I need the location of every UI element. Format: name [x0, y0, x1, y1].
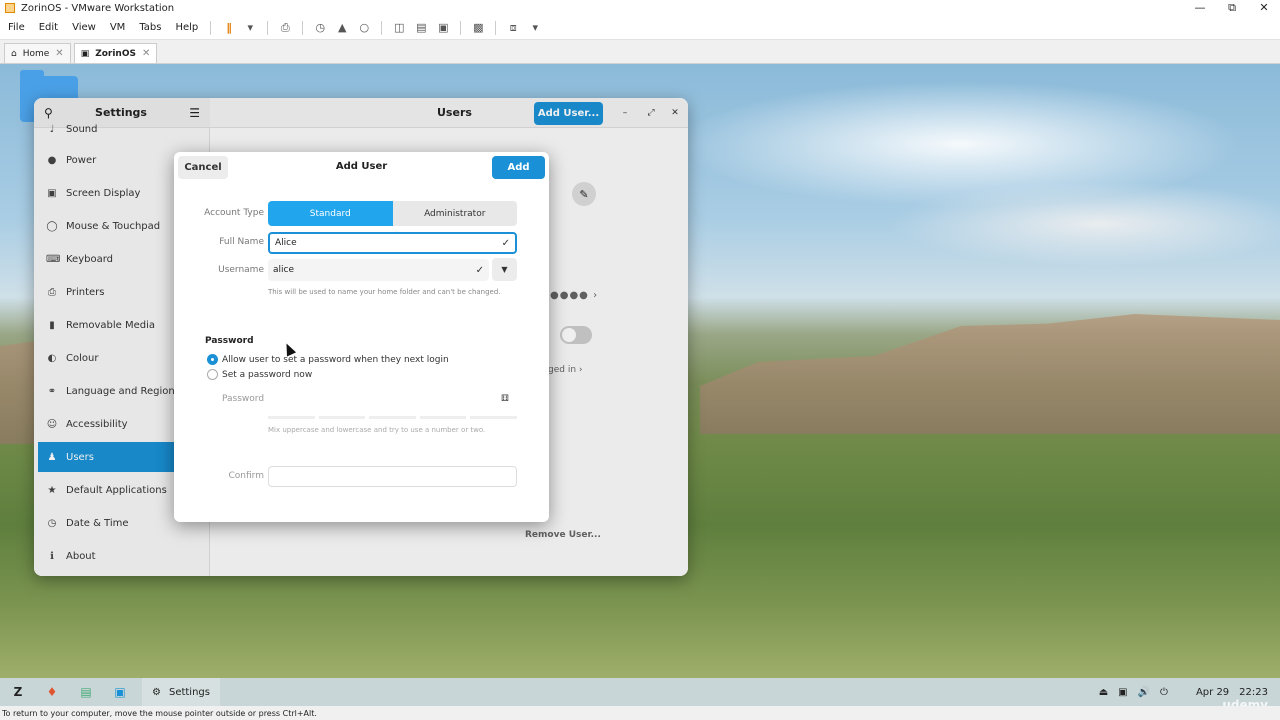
password-strength-bar	[268, 416, 517, 419]
chevron-down-icon: ▼	[501, 265, 508, 274]
confirm-label: Confirm	[228, 471, 264, 481]
vmware-menubar: File Edit View VM Tabs Help || ▾ ⎙ ◷ ▲ ○…	[0, 16, 1280, 40]
password-section-title: Password	[205, 336, 254, 346]
toolbar-separator	[381, 20, 383, 35]
window-title: ZorinOS - VMware Workstation	[21, 2, 175, 14]
strength-segment	[268, 416, 315, 419]
revert-snapshot-icon[interactable]: ▲	[333, 21, 351, 35]
thumbnail-icon[interactable]: ▤	[412, 21, 430, 35]
display-icon[interactable]: ▣	[1118, 687, 1127, 698]
toolbar-separator	[267, 20, 269, 35]
menu-view[interactable]: View	[64, 22, 102, 33]
radio-label: Allow user to set a password when they n…	[222, 354, 449, 365]
time-label[interactable]: 22:23	[1239, 687, 1268, 698]
password-hint: Mix uppercase and lowercase and try to u…	[268, 426, 486, 434]
vmware-logo-icon	[5, 3, 15, 13]
username-value: alice	[273, 265, 295, 275]
menu-file[interactable]: File	[0, 22, 31, 33]
window-controls: — ⧉ ✕	[1184, 1, 1280, 15]
menu-tabs[interactable]: Tabs	[131, 22, 167, 33]
files-icon[interactable]: ▤	[76, 683, 96, 701]
strength-segment	[318, 416, 366, 419]
tab-close-icon[interactable]: ✕	[55, 48, 63, 59]
full-name-field[interactable]: Alice ✓	[268, 232, 517, 254]
checkmark-icon: ✓	[501, 237, 510, 249]
tab-zorinos[interactable]: ▣ ZorinOS ✕	[73, 43, 158, 63]
software-store-icon[interactable]: ▣	[110, 683, 130, 701]
strength-segment	[419, 416, 467, 419]
system-tray: ⏏ ▣ 🔊 ⏻ Apr 29 22:23	[1099, 687, 1280, 698]
status-text: To return to your computer, move the mou…	[2, 708, 317, 718]
account-type-standard[interactable]: Standard	[268, 201, 393, 226]
zorin-menu-icon[interactable]: Z	[8, 683, 28, 701]
strength-segment	[470, 416, 517, 419]
chevron-down-icon[interactable]: ▾	[526, 21, 544, 35]
password-option-next-login[interactable]: Allow user to set a password when they n…	[207, 354, 449, 365]
pause-icon[interactable]: ||	[219, 21, 237, 35]
toolbar-separator	[210, 20, 212, 35]
taskbar-settings-app[interactable]: ⚙ Settings	[142, 678, 220, 706]
username-hint: This will be used to name your home fold…	[268, 288, 501, 296]
console-icon[interactable]: ▩	[469, 21, 487, 35]
password-label: Password	[222, 394, 265, 404]
menu-edit[interactable]: Edit	[31, 22, 64, 33]
checkmark-icon: ✓	[475, 264, 484, 276]
add-user-dialog: Cancel Add User Add Account Type Standar…	[174, 152, 549, 522]
guest-taskbar: Z ♦ ▤ ▣ ⚙ Settings ⏏ ▣ 🔊 ⏻ Apr 29 22:23	[0, 678, 1280, 706]
tab-label: ZorinOS	[95, 48, 136, 59]
date-label[interactable]: Apr 29	[1196, 687, 1229, 698]
add-button[interactable]: Add	[492, 156, 545, 179]
snapshot-icon[interactable]: ◷	[311, 21, 329, 35]
account-type-label: Account Type	[204, 208, 264, 218]
restore-icon[interactable]: ⧉	[1216, 1, 1248, 15]
vmware-titlebar: ZorinOS - VMware Workstation — ⧉ ✕	[0, 0, 1280, 16]
radio-selected-icon[interactable]	[207, 354, 218, 365]
mountain-ridge	[700, 314, 1280, 434]
strength-segment	[369, 416, 416, 419]
volume-icon[interactable]: 🔊	[1138, 687, 1150, 698]
vmware-tabbar: ⌂ Home ✕ ▣ ZorinOS ✕	[0, 40, 1280, 64]
library-icon[interactable]: ◫	[390, 21, 408, 35]
username-dropdown-button[interactable]: ▼	[492, 258, 517, 281]
snapshot-manager-icon[interactable]: ○	[355, 21, 373, 35]
account-type-administrator[interactable]: Administrator	[393, 201, 518, 226]
radio-label: Set a password now	[222, 369, 313, 380]
gear-icon: ⚙	[152, 686, 161, 698]
chevron-down-icon[interactable]: ▾	[241, 21, 259, 35]
brave-browser-icon[interactable]: ♦	[42, 683, 62, 701]
vm-icon: ▣	[80, 48, 90, 59]
radio-unselected-icon[interactable]	[207, 369, 218, 380]
username-field[interactable]: alice ✓	[268, 259, 489, 281]
guest-desktop[interactable]: ⚲ Settings ☰ Users Add User... – ⤢ ✕ ♩ S…	[0, 64, 1280, 678]
password-option-set-now[interactable]: Set a password now	[207, 369, 312, 380]
menu-help[interactable]: Help	[167, 22, 204, 33]
fit-guest-icon[interactable]: ▣	[434, 21, 452, 35]
full-name-label: Full Name	[219, 237, 264, 247]
fullscreen-icon[interactable]: ⧈	[504, 21, 522, 35]
tab-home[interactable]: ⌂ Home ✕	[4, 43, 71, 63]
minimize-icon[interactable]: —	[1184, 1, 1216, 15]
tab-close-icon[interactable]: ✕	[142, 48, 150, 59]
full-name-value: Alice	[275, 238, 297, 248]
power-icon[interactable]: ⏻	[1160, 687, 1168, 698]
menu-vm[interactable]: VM	[102, 22, 131, 33]
toolbar-separator	[302, 20, 304, 35]
vmware-status-bar: To return to your computer, move the mou…	[0, 706, 1280, 720]
eject-icon[interactable]: ⏏	[1099, 687, 1108, 698]
username-label: Username	[218, 265, 264, 275]
generate-password-icon: ⚅	[501, 394, 509, 404]
tab-label: Home	[22, 48, 50, 59]
close-icon[interactable]: ✕	[1248, 1, 1280, 15]
send-keys-icon[interactable]: ⎙	[276, 21, 294, 35]
taskbar-app-label: Settings	[168, 686, 210, 698]
toolbar-separator	[460, 20, 462, 35]
toolbar-separator	[495, 20, 497, 35]
confirm-password-field	[268, 466, 517, 487]
account-type-selector: Standard Administrator	[268, 201, 517, 226]
home-icon: ⌂	[11, 48, 17, 59]
